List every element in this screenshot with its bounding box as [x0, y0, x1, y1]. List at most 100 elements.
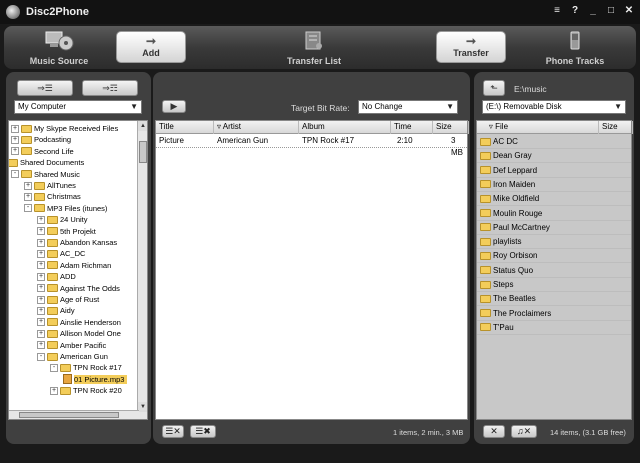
bit-rate-select[interactable]: No Change ▼ — [358, 100, 458, 114]
tree-item[interactable]: +5th Projekt — [37, 226, 96, 237]
expand-icon[interactable]: + — [37, 227, 45, 236]
list-item[interactable]: The Proclaimers — [477, 307, 631, 321]
delete-button[interactable]: ✕ — [483, 425, 505, 438]
list-item[interactable]: Def Leppard — [477, 164, 631, 178]
list-item[interactable]: Roy Orbison — [477, 249, 631, 264]
add-label: Add — [142, 48, 160, 58]
list-item[interactable]: Paul McCartney — [477, 221, 631, 235]
tree-item[interactable]: + Ainslie Henderson — [37, 317, 121, 328]
transfer-button[interactable]: ➞ Transfer — [436, 31, 506, 63]
list-item[interactable]: Iron Maiden — [477, 178, 631, 192]
list-item[interactable]: Mike Oldfield — [477, 192, 631, 207]
clear-list-button[interactable]: ☰✖ — [190, 425, 216, 438]
tree-item[interactable]: - MP3 Files (itunes) — [24, 203, 107, 214]
expand-icon[interactable]: + — [37, 238, 45, 247]
tree-item[interactable]: + TPN Rock #20 — [50, 385, 122, 396]
expand-icon[interactable]: + — [37, 249, 45, 258]
collapse-icon[interactable]: - — [24, 204, 32, 213]
add-button[interactable]: ➞ Add — [116, 31, 186, 63]
column-size[interactable]: Size — [433, 121, 469, 134]
expand-icon[interactable]: + — [24, 192, 32, 201]
expand-icon[interactable]: + — [11, 147, 19, 156]
tree-horizontal-scrollbar[interactable] — [9, 410, 139, 419]
play-button[interactable]: ▶ — [162, 100, 186, 113]
tree-vertical-scrollbar[interactable]: ▲ ▼ — [137, 121, 147, 419]
list-item[interactable]: AC DC — [477, 135, 631, 149]
column-album[interactable]: Album — [299, 121, 391, 134]
tree-item-label: Abandon Kansas — [60, 238, 118, 247]
expand-icon[interactable]: + — [37, 329, 45, 338]
tree-item[interactable]: 01 Picture.mp3 — [63, 374, 128, 385]
tree-item[interactable]: + AC_DC — [37, 248, 85, 259]
list-item[interactable]: playlists — [477, 235, 631, 250]
tree-item[interactable]: + Age of Rust — [37, 294, 99, 305]
list-item[interactable]: Dean Gray — [477, 149, 631, 164]
phone-tracks-button[interactable]: Phone Tracks — [539, 30, 611, 66]
tree-item[interactable]: + ADD — [37, 271, 76, 282]
tree-item[interactable]: - American Gun — [37, 351, 108, 362]
collapse-icon[interactable]: - — [37, 352, 45, 361]
tree-item[interactable]: + Aidy — [37, 305, 75, 316]
tree-item[interactable]: + My Skype Received Files — [11, 123, 118, 134]
expand-icon[interactable]: + — [11, 124, 19, 133]
list-item[interactable]: Moulin Rouge — [477, 207, 631, 221]
maximize-icon[interactable]: □ — [606, 5, 616, 17]
delete-tracks-button[interactable]: ♫✕ — [511, 425, 537, 438]
tree-item[interactable]: + Adam Richman — [37, 260, 111, 271]
tree-item[interactable]: + Podcasting — [11, 134, 71, 145]
column-artist[interactable]: ▿ Artist — [214, 121, 299, 134]
table-row[interactable]: Picture American Gun TPN Rock #17 2:10 3… — [156, 135, 467, 157]
tree-item[interactable]: +24 Unity — [37, 214, 88, 225]
scroll-up-icon[interactable]: ▲ — [138, 121, 147, 131]
tree-item[interactable]: Shared Documents — [9, 157, 84, 168]
tree-item[interactable]: + Against The Odds — [37, 283, 120, 294]
expand-icon[interactable]: + — [24, 181, 32, 190]
scroll-thumb[interactable] — [139, 141, 147, 163]
tree-item[interactable]: + Amber Pacific — [37, 340, 106, 351]
column-title[interactable]: Title — [156, 121, 214, 134]
expand-icon[interactable]: + — [37, 295, 45, 304]
expand-tree-button[interactable]: ⇒☰ — [17, 80, 73, 96]
expand-icon[interactable]: + — [11, 135, 19, 144]
collapse-icon[interactable]: - — [11, 170, 19, 179]
expand-icon[interactable]: + — [37, 272, 45, 281]
help-icon[interactable]: ? — [570, 5, 580, 17]
music-source-button[interactable]: Music Source — [24, 30, 94, 66]
column-file-size[interactable]: Size — [599, 121, 633, 134]
collapse-icon[interactable]: - — [50, 363, 58, 372]
menu-icon[interactable]: ≡ — [552, 5, 562, 17]
expand-icon[interactable]: + — [37, 284, 45, 293]
h-scroll-thumb[interactable] — [19, 412, 119, 418]
expand-icon[interactable]: + — [50, 386, 58, 395]
list-item[interactable]: The Beatles — [477, 292, 631, 307]
expand-icon[interactable]: + — [37, 306, 45, 315]
remove-item-button[interactable]: ☰✕ — [162, 425, 184, 438]
expand-icon[interactable]: + — [37, 341, 45, 350]
column-file[interactable]: ▿ File — [477, 121, 599, 134]
expand-icon[interactable]: + — [37, 261, 45, 270]
transfer-list-button[interactable]: Transfer List — [279, 30, 349, 66]
list-item[interactable]: Steps — [477, 278, 631, 292]
tree-item[interactable]: - TPN Rock #17 — [50, 362, 122, 373]
close-icon[interactable]: ✕ — [624, 5, 634, 17]
phone-file-list[interactable]: ▿ File Size AC DC Dean Gray Def Leppard Iro… — [476, 120, 633, 420]
tree-item[interactable]: + Abandon Kansas — [37, 237, 117, 248]
drive-select[interactable]: (E:\) Removable Disk ▼ — [482, 100, 626, 114]
folder-tree[interactable]: ▲ ▼ + My Skype Received Files + Podcasting +… — [8, 120, 148, 420]
collapse-tree-button[interactable]: ⇒☶ — [82, 80, 138, 96]
minimize-icon[interactable]: _ — [588, 5, 598, 17]
tree-item[interactable]: + Allison Model One — [37, 328, 121, 339]
expand-icon[interactable]: + — [37, 318, 45, 327]
list-item[interactable]: Status Quo — [477, 264, 631, 278]
tree-item[interactable]: + Christmas — [24, 191, 81, 202]
tree-item[interactable]: + Second Life — [11, 146, 74, 157]
tree-item[interactable]: - Shared Music — [11, 169, 80, 180]
tree-item[interactable]: + AllTunes — [24, 180, 76, 191]
parent-folder-button[interactable]: ⬑ — [483, 80, 505, 96]
list-item[interactable]: T'Pau — [477, 321, 631, 335]
transfer-table[interactable]: Title ▿ Artist Album Time Size Picture A… — [155, 120, 469, 420]
location-select[interactable]: My Computer ▼ — [14, 100, 142, 114]
expand-icon[interactable]: + — [37, 215, 45, 224]
column-time[interactable]: Time — [391, 121, 433, 134]
scroll-down-icon[interactable]: ▼ — [138, 402, 147, 412]
